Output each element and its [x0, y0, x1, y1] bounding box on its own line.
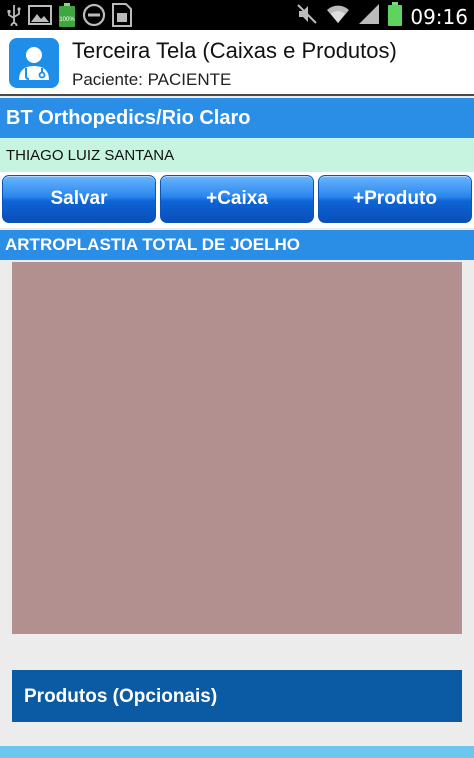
status-bar-left: 100% [6, 3, 132, 32]
content-area: Produtos (Opcionais) [0, 260, 474, 746]
patient-subtitle: Paciente: PACIENTE [72, 70, 232, 89]
image-icon [28, 5, 52, 30]
action-button-row: Salvar +Caixa +Produto [0, 172, 474, 228]
sim-card-icon [112, 3, 132, 32]
signal-icon [358, 3, 380, 30]
save-button[interactable]: Salvar [2, 175, 156, 223]
screen-title: Terceira Tela (Caixas e Produtos) [72, 38, 397, 63]
mute-icon [296, 3, 318, 30]
bottom-strip [0, 746, 474, 758]
battery-full-icon: 100% [58, 3, 76, 32]
procedure-header: ARTROPLASTIA TOTAL DE JOELHO [0, 230, 474, 260]
usb-icon [6, 4, 22, 31]
app-doctor-icon[interactable] [9, 38, 59, 88]
clinic-header: BT Orthopedics/Rio Claro [0, 98, 474, 138]
produtos-section-header[interactable]: Produtos (Opcionais) [12, 670, 462, 722]
action-bar: Terceira Tela (Caixas e Produtos) Pacien… [0, 30, 474, 96]
patient-name: THIAGO LUIZ SANTANA [0, 138, 474, 172]
status-bar: 100% 09:16 [0, 0, 474, 30]
battery-icon [388, 2, 403, 31]
status-time: 09:16 [410, 4, 468, 29]
add-box-button[interactable]: +Caixa [160, 175, 314, 223]
wifi-icon [326, 3, 350, 30]
add-product-button[interactable]: +Produto [318, 175, 472, 223]
status-bar-right: 09:16 [296, 2, 468, 31]
battery-percent-label: 100% [59, 17, 75, 23]
do-not-disturb-icon [82, 3, 106, 32]
box-list-panel[interactable] [12, 262, 462, 634]
